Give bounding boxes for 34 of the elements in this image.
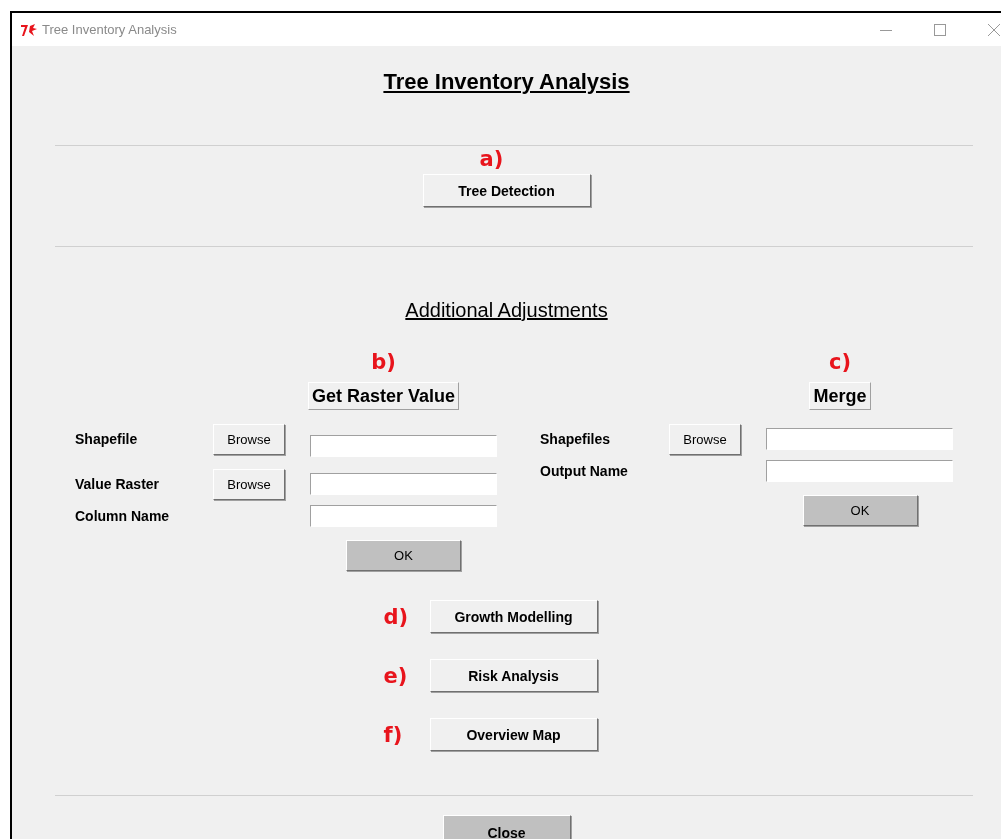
field-label: Shapefiles bbox=[540, 430, 612, 449]
field-label: Value Raster bbox=[75, 475, 161, 494]
tool-button[interactable]: Risk Analysis bbox=[429, 659, 598, 692]
browse-button[interactable]: Browse bbox=[213, 423, 285, 455]
section-heading: Additional Adjustments bbox=[405, 299, 608, 322]
step-marker: b) bbox=[371, 350, 396, 374]
maximize-icon[interactable] bbox=[933, 22, 947, 37]
field-label: Column Name bbox=[75, 507, 171, 526]
field-label: Output Name bbox=[540, 462, 629, 481]
step-marker: e) bbox=[383, 663, 406, 688]
field-label: Shapefile bbox=[75, 430, 139, 449]
input-field[interactable] bbox=[766, 428, 953, 450]
step-marker: f) bbox=[383, 722, 404, 747]
browse-button[interactable]: Browse bbox=[669, 423, 741, 455]
app-heading: Tree Inventory Analysis bbox=[383, 69, 630, 95]
browse-button[interactable]: Browse bbox=[213, 468, 285, 500]
ok-button[interactable]: OK bbox=[802, 495, 918, 526]
step-marker: d) bbox=[383, 604, 406, 629]
tree-detection-button[interactable]: Tree Detection bbox=[422, 174, 591, 207]
window-title: Tree Inventory Analysis bbox=[42, 22, 177, 37]
tool-button[interactable]: Growth Modelling bbox=[429, 600, 598, 633]
step-marker: a) bbox=[479, 147, 504, 171]
input-field[interactable] bbox=[310, 505, 497, 527]
panel-title: Merge bbox=[809, 382, 871, 410]
feather-logo-icon bbox=[20, 22, 38, 37]
input-field[interactable] bbox=[766, 460, 953, 482]
input-field[interactable] bbox=[310, 473, 497, 495]
panel-title: Get Raster Value bbox=[307, 382, 460, 410]
ok-button[interactable]: OK bbox=[346, 540, 461, 571]
step-marker: c) bbox=[828, 350, 851, 374]
close-icon[interactable] bbox=[987, 22, 1001, 37]
close-button[interactable]: Close bbox=[442, 815, 571, 839]
tool-button[interactable]: Overview Map bbox=[429, 718, 598, 751]
input-field[interactable] bbox=[310, 434, 497, 457]
